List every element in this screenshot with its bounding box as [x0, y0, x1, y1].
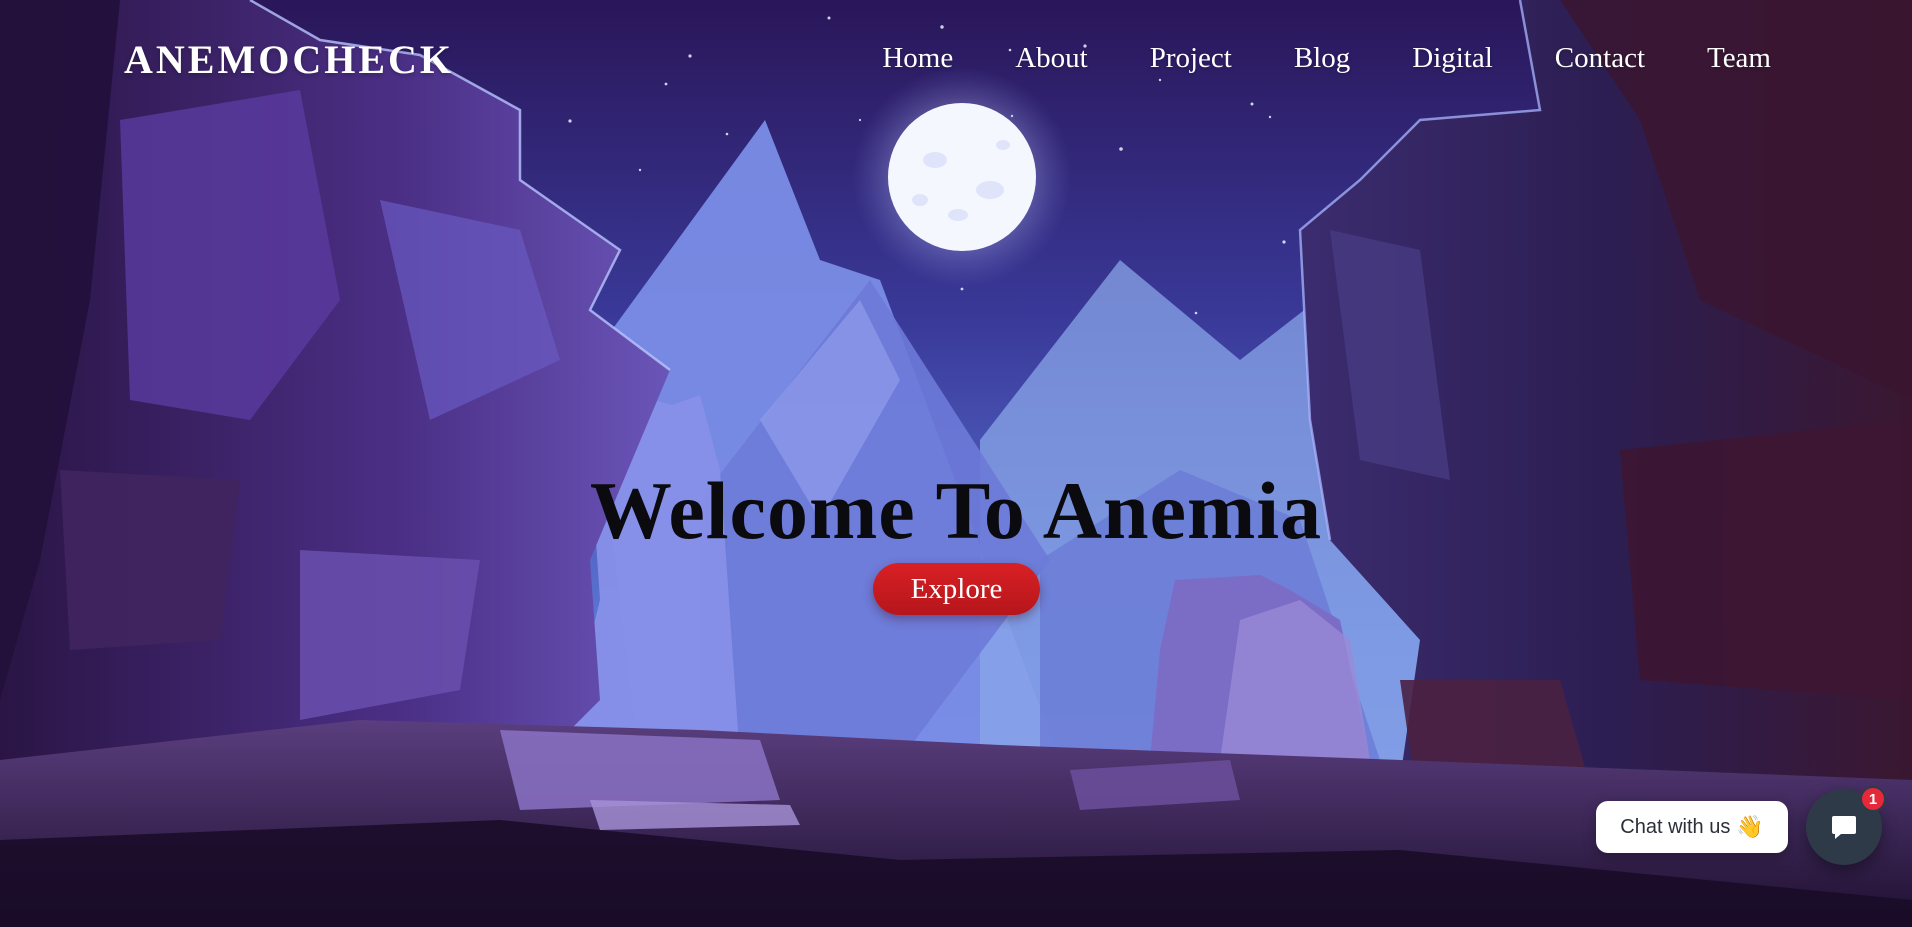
canyon-night-illustration — [0, 0, 1912, 927]
chat-with-us-bubble[interactable]: Chat with us 👋 — [1596, 801, 1788, 853]
unread-count-badge: 1 — [1860, 786, 1886, 812]
site-logo[interactable]: ANEMOCHECK — [124, 36, 454, 83]
nav-link-team[interactable]: Team — [1707, 42, 1771, 75]
nav-link-project[interactable]: Project — [1150, 42, 1232, 75]
waving-hand-icon: 👋 — [1736, 814, 1764, 839]
explore-button[interactable]: Explore — [873, 563, 1040, 615]
landing-page: ANEMOCHECK Home About Project Blog Digit… — [0, 0, 1912, 927]
nav-link-blog[interactable]: Blog — [1294, 42, 1350, 75]
main-navigation: Home About Project Blog Digital Contact … — [882, 42, 1771, 75]
nav-link-home[interactable]: Home — [882, 42, 953, 75]
nav-link-contact[interactable]: Contact — [1555, 42, 1645, 75]
chat-message-icon — [1832, 816, 1856, 839]
nav-link-digital[interactable]: Digital — [1412, 42, 1493, 75]
chat-bubble-text: Chat with us — [1620, 815, 1731, 838]
hero-title: Welcome To Anemia — [589, 465, 1323, 556]
nav-link-about[interactable]: About — [1015, 42, 1088, 75]
